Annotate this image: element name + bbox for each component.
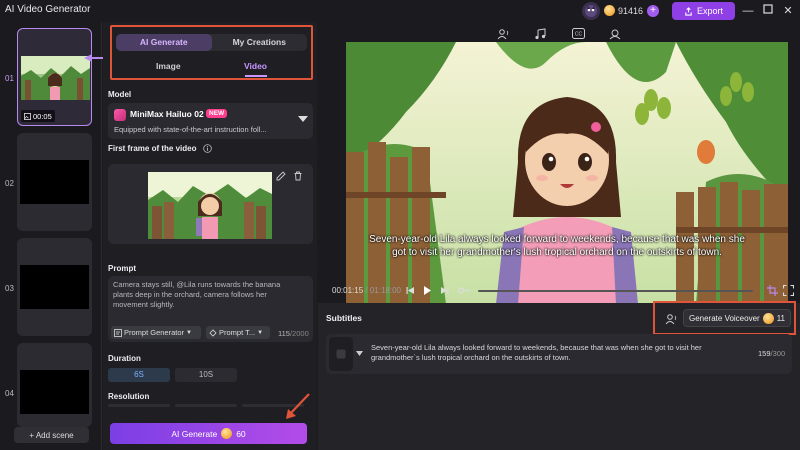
export-icon <box>685 6 692 16</box>
minimize-icon[interactable]: — <box>741 4 755 18</box>
resolution-option[interactable] <box>108 404 170 407</box>
music-icon[interactable] <box>533 28 547 42</box>
new-badge: NEW <box>206 109 228 118</box>
export-label: Export <box>696 6 723 16</box>
generation-panel: AI Generate My Creations Image Video Mod… <box>103 22 317 450</box>
avatar[interactable] <box>582 2 600 20</box>
scene-card-4[interactable] <box>17 343 92 427</box>
subtab-underline <box>245 75 267 77</box>
duration-label: Duration <box>108 354 141 363</box>
chevron-down-icon: ▼ <box>257 329 264 336</box>
model-description: Equipped with state-of-the-art instructi… <box>114 125 267 134</box>
model-logo-icon <box>114 109 126 121</box>
image-icon <box>24 112 31 120</box>
subtitles-panel: Subtitles Generate Voiceover 11 Seven-ye… <box>318 301 800 450</box>
add-credits-button[interactable]: + <box>647 5 659 17</box>
first-frame-label: First frame of the video <box>108 144 212 154</box>
edit-icon[interactable] <box>276 171 286 181</box>
scene-card-1[interactable]: 00:05 <box>17 28 92 126</box>
svg-text:CC: CC <box>574 32 582 38</box>
speaker-icon <box>336 349 346 359</box>
scene-duration: 00:05 <box>21 110 55 122</box>
scene-pointer-icon <box>84 54 104 62</box>
voiceover-highlight: Generate Voiceover 11 <box>653 301 796 335</box>
info-icon[interactable] <box>202 144 212 154</box>
next-icon[interactable] <box>440 286 449 295</box>
subtab-video[interactable]: Video <box>244 61 267 71</box>
credits-display: 91416 <box>604 5 643 16</box>
scene-thumbnail <box>21 56 90 100</box>
scene-number: 03 <box>5 284 14 293</box>
main-tabs: AI Generate My Creations <box>116 34 307 51</box>
model-label: Model <box>108 90 132 99</box>
coin-icon <box>762 312 774 324</box>
crop-icon[interactable] <box>767 285 778 296</box>
duration-6s-button[interactable]: 6S <box>108 368 170 382</box>
tabs-highlight: AI Generate My Creations Image Video <box>110 25 313 80</box>
video-subtitle-overlay: Seven-year-old Lila always looked forwar… <box>369 234 745 258</box>
scene-strip: 01 00:05 02 03 04 + Add scene <box>0 22 104 450</box>
avatar-settings-icon[interactable] <box>608 28 622 42</box>
subtitle-text[interactable]: Seven-year-old Lila always looked forwar… <box>371 343 751 363</box>
voice-icon[interactable] <box>496 28 510 42</box>
title-bar: AI Video Generator 91416 + Export — ✕ <box>0 0 800 22</box>
close-icon[interactable]: ✕ <box>781 4 795 18</box>
playback-controls: 00:01:15 / 01:18:00 <box>318 282 800 300</box>
resolution-option[interactable] <box>175 404 237 407</box>
maximize-icon[interactable] <box>761 4 775 18</box>
prompt-char-count: 115/2000 <box>278 329 309 338</box>
time-display: 00:01:15 / 01:18:00 <box>332 286 401 295</box>
template-icon <box>209 328 217 337</box>
tab-ai-generate[interactable]: AI Generate <box>116 34 212 51</box>
subtitles-title: Subtitles <box>326 313 362 323</box>
subtab-image[interactable]: Image <box>156 61 181 71</box>
generate-voiceover-button[interactable]: Generate Voiceover 11 <box>683 309 791 327</box>
scene-thumbnail <box>20 160 89 204</box>
scene-number: 01 <box>5 74 14 83</box>
play-icon[interactable] <box>423 285 432 296</box>
prompt-text[interactable]: Camera stays still, @Lila runs towards t… <box>113 280 293 310</box>
trash-icon[interactable] <box>293 171 303 181</box>
app-title: AI Video Generator <box>5 4 91 15</box>
duration-10s-button[interactable]: 10S <box>175 368 237 382</box>
prompt-template-dropdown[interactable]: Prompt T... ▼ <box>206 326 270 339</box>
model-name: MiniMax Hailuo 02 <box>130 109 204 119</box>
credits-count: 91416 <box>618 5 644 16</box>
add-scene-button[interactable]: + Add scene <box>14 427 89 443</box>
resolution-label: Resolution <box>108 392 150 401</box>
prompt-label: Prompt <box>108 264 136 273</box>
previous-icon[interactable] <box>406 286 415 295</box>
arrow-annotation-icon <box>286 393 310 419</box>
scene-thumbnail <box>20 265 89 309</box>
chevron-down-icon[interactable] <box>356 351 363 356</box>
fullscreen-icon[interactable] <box>783 285 794 296</box>
prompt-generator-dropdown[interactable]: Prompt Generator ▼ <box>111 326 201 339</box>
voice-thumbnail[interactable] <box>329 337 353 371</box>
video-preview[interactable] <box>346 42 788 304</box>
tab-my-creations[interactable]: My Creations <box>212 34 308 51</box>
prompt-field[interactable]: Camera stays still, @Lila runs towards t… <box>108 276 313 342</box>
volume-slider-icon[interactable] <box>457 285 471 296</box>
subtitle-char-count: 159/300 <box>758 349 786 358</box>
coin-icon <box>221 428 233 439</box>
model-select[interactable]: MiniMax Hailuo 02 NEW Equipped with stat… <box>108 103 313 139</box>
voice-avatar-icon[interactable] <box>665 313 677 325</box>
scene-card-2[interactable] <box>17 133 92 231</box>
ai-generate-button[interactable]: AI Generate 60 <box>110 423 307 444</box>
coin-icon <box>604 5 615 16</box>
first-frame-box[interactable] <box>108 164 313 244</box>
scene-card-3[interactable] <box>17 238 92 336</box>
first-frame-image <box>148 172 272 239</box>
chevron-down-icon <box>298 116 308 122</box>
export-button[interactable]: Export <box>672 2 735 20</box>
subtitle-row[interactable]: Seven-year-old Lila always looked forwar… <box>326 334 792 374</box>
scene-number: 02 <box>5 179 14 188</box>
captions-icon[interactable]: CC <box>571 28 585 42</box>
scene-thumbnail <box>20 370 89 414</box>
progress-bar[interactable] <box>478 290 753 292</box>
chevron-down-icon: ▼ <box>186 329 192 336</box>
generator-icon <box>114 328 122 337</box>
scene-number: 04 <box>5 389 14 398</box>
